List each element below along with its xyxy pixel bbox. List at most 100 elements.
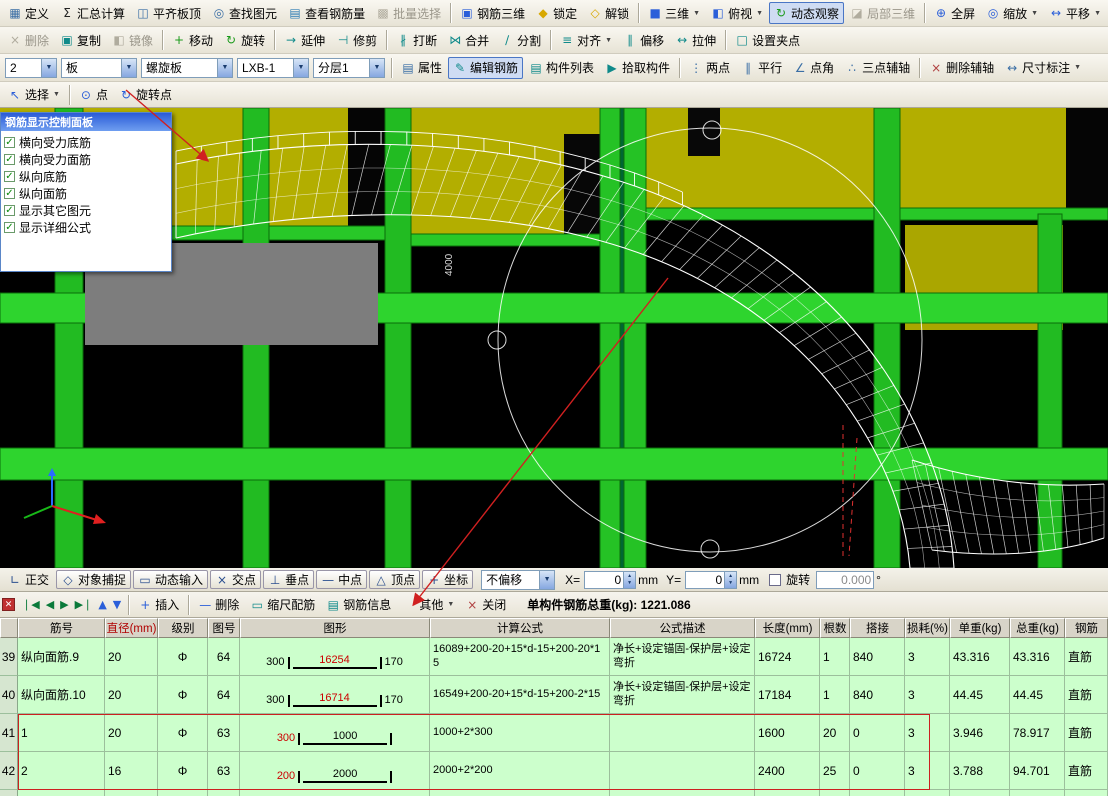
shape-end-tick xyxy=(298,770,301,783)
toolbar-align-slab-top-button[interactable]: ◫ 平齐板顶 xyxy=(131,2,206,24)
tool-pick-component-button[interactable]: ▶ 拾取构件 xyxy=(600,57,675,79)
tool-edit-rebar-button[interactable]: ✎ 编辑钢筋 xyxy=(448,56,524,79)
grid-other-button[interactable]: 其他 ▼ xyxy=(397,594,459,616)
edit-break-button[interactable]: ∦ 打断 xyxy=(391,29,442,51)
offset-mode-select[interactable]: 不偏移 ▼ xyxy=(481,569,556,590)
y-coordinate-value: 0 xyxy=(715,572,723,587)
last-record-button[interactable]: ▶❘ xyxy=(73,598,95,611)
mode-point-button[interactable]: ⊙ 点 xyxy=(74,84,113,106)
rebar-display-option[interactable]: ✓ 纵向面筋 xyxy=(4,185,169,202)
next-record-button[interactable]: ▶ xyxy=(58,598,70,611)
shape-end-tick xyxy=(379,656,382,669)
move-down-button[interactable]: ▼ xyxy=(111,598,123,611)
checkbox-checked-icon[interactable]: ✓ xyxy=(4,205,15,216)
toolbar-find-element-button[interactable]: ◎ 查找图元 xyxy=(207,2,282,24)
grid-insert-button[interactable]: + 插入 xyxy=(133,594,184,616)
toolbar-zoom-button[interactable]: ◎ 缩放 ▼ xyxy=(981,2,1043,24)
toolbar-view-rebar-quantity-button[interactable]: ▤ 查看钢筋量 xyxy=(283,2,370,24)
grid-rebar-info-button[interactable]: ▤ 钢筋信息 xyxy=(321,594,396,616)
toolbar-full-screen-button[interactable]: ⊕ 全屏 xyxy=(929,2,980,24)
edit-split-button[interactable]: ∕ 分割 xyxy=(495,29,546,51)
edit-stretch-button[interactable]: ↔ 拉伸 xyxy=(670,29,721,51)
tool-component-list-button[interactable]: ▤ 构件列表 xyxy=(524,57,599,79)
layer-combo[interactable]: 分层1 ▼ xyxy=(313,57,385,78)
snap-ortho-button[interactable]: ∟ 正交 xyxy=(3,570,54,589)
table-row[interactable]: 41 1 20 Φ 63 300 1000 1000+2*300 1600 20 0 3 3.946 78… xyxy=(0,714,1108,752)
rebar-display-panel[interactable]: 钢筋显示控制面板 ✓ 横向受力底筋 ✓ 横向受力面筋 ✓ 纵向底筋 ✓ 纵向面筋 ✓ 显示其它图元… xyxy=(0,112,172,272)
edit-delete-button[interactable]: × 删除 xyxy=(3,29,54,51)
rebar-display-option[interactable]: ✓ 纵向底筋 xyxy=(4,168,169,185)
toolbar-rebar-3d-button[interactable]: ▣ 钢筋三维 xyxy=(455,2,530,24)
rotate-angle-input[interactable]: 0.000 xyxy=(816,570,875,589)
snap-vertex-button[interactable]: △ 顶点 xyxy=(369,570,421,589)
toolbar-top-view-button[interactable]: ◧ 俯视 ▼ xyxy=(706,2,768,24)
rebar-display-option[interactable]: ✓ 横向受力面筋 xyxy=(4,151,169,168)
rebar-display-option[interactable]: ✓ 显示其它图元 xyxy=(4,202,169,219)
edit-copy-button[interactable]: ▣ 复制 xyxy=(55,29,106,51)
snap-intersection-button[interactable]: × 交点 xyxy=(210,570,262,589)
mode-rotate-point-button[interactable]: ↻ 旋转点 xyxy=(114,84,177,106)
edit-rotate-button[interactable]: ↻ 旋转 xyxy=(219,29,270,51)
toolbar-partial-3d-button[interactable]: ◪ 局部三维 xyxy=(845,2,920,24)
toolbar-orbit-button[interactable]: ↻ 动态观察 xyxy=(769,2,845,24)
tool-delete-aux-axis-button[interactable]: × 删除辅轴 xyxy=(924,57,999,79)
spinner-icon[interactable]: ▲ ▼ xyxy=(623,571,636,588)
prev-record-button[interactable]: ◀ xyxy=(44,598,56,611)
x-coordinate-input[interactable]: 0 ▲ ▼ xyxy=(584,570,637,589)
edit-set-grips-button[interactable]: □ 设置夹点 xyxy=(730,29,805,51)
toolbar-pan-button[interactable]: ↔ 平移 ▼ xyxy=(1044,2,1106,24)
rebar-display-option[interactable]: ✓ 显示详细公式 xyxy=(4,219,169,236)
edit-trim-button[interactable]: ⊣ 修剪 xyxy=(331,29,382,51)
table-row[interactable]: 42 2 16 Φ 63 200 2000 2000+2*200 2400 25 0 3 3.788 94… xyxy=(0,752,1108,790)
mode-select-button[interactable]: ↖ 选择 ▼ xyxy=(3,84,65,106)
first-record-button[interactable]: ❘◀ xyxy=(20,598,42,611)
checkbox-checked-icon[interactable]: ✓ xyxy=(4,171,15,182)
edit-align-button[interactable]: ≡ 对齐 ▼ xyxy=(555,29,617,51)
snap-object-snap-button[interactable]: ◇ 对象捕捉 xyxy=(56,570,132,589)
rotate-checkbox[interactable] xyxy=(769,573,782,586)
tool-three-point-aux-axis-button[interactable]: ∴ 三点辅轴 xyxy=(840,57,915,79)
table-row[interactable]: 39 纵向面筋.9 20 Φ 64 300 16254 170 16089+200-20+15*… xyxy=(0,638,1108,676)
edit-mirror-button[interactable]: ◧ 镜像 xyxy=(107,29,158,51)
grid-scale-rebar-button[interactable]: ▭ 缩尺配筋 xyxy=(245,594,320,616)
floor-combo[interactable]: 2 ▼ xyxy=(5,57,57,78)
move-up-button[interactable]: ▲ xyxy=(96,598,108,611)
table-row[interactable]: 40 纵向面筋.10 20 Φ 64 300 16714 170 16549+200-20+15… xyxy=(0,676,1108,714)
grid-delete-row-button[interactable]: — 删除 xyxy=(193,594,244,616)
table-row[interactable]: 43 xyxy=(0,790,1108,796)
checkbox-checked-icon[interactable]: ✓ xyxy=(4,137,15,148)
edit-offset-button[interactable]: ∥ 偏移 xyxy=(618,29,669,51)
toolbar-lock-button[interactable]: ◆ 锁定 xyxy=(531,2,582,24)
edit-extend-button[interactable]: → 延伸 xyxy=(279,29,330,51)
snap-midpoint-button[interactable]: — 中点 xyxy=(316,570,368,589)
snap-coordinate-button[interactable]: + 坐标 xyxy=(422,570,474,589)
3d-viewport[interactable]: 4000 钢筋显示控制面板 ✓ 横向受力底筋 ✓ 横向受力面筋 ✓ 纵向底筋 ✓ 纵向面筋 ✓ 显… xyxy=(0,108,1108,568)
element-type-combo[interactable]: 板 ▼ xyxy=(61,57,137,78)
edit-move-button[interactable]: + 移动 xyxy=(167,29,218,51)
tool-two-point-button[interactable]: ⋮ 两点 xyxy=(684,57,735,79)
snap-dynamic-input-button[interactable]: ▭ 动态输入 xyxy=(133,570,209,589)
checkbox-checked-icon[interactable]: ✓ xyxy=(4,154,15,165)
element-name-combo[interactable]: LXB-1 ▼ xyxy=(237,57,309,78)
checkbox-checked-icon[interactable]: ✓ xyxy=(4,222,15,233)
tool-properties-button[interactable]: ▤ 属性 xyxy=(396,57,447,79)
edit-merge-button[interactable]: ⋈ 合并 xyxy=(443,29,494,51)
grid-close-button[interactable]: × 关闭 xyxy=(460,594,511,616)
tool-parallel-button[interactable]: ∥ 平行 xyxy=(736,57,787,79)
toolbar-summary-calc-button[interactable]: Σ 汇总计算 xyxy=(55,2,130,24)
tool-dimension-button[interactable]: ↔ 尺寸标注 ▼ xyxy=(1000,57,1086,79)
rebar-display-option[interactable]: ✓ 横向受力底筋 xyxy=(4,134,169,151)
snap-perpendicular-button[interactable]: ⊥ 垂点 xyxy=(263,570,315,589)
cell-diameter xyxy=(105,790,158,796)
element-subtype-combo[interactable]: 螺旋板 ▼ xyxy=(141,57,233,78)
grid-handle-icon[interactable]: ✕ xyxy=(2,598,15,611)
checkbox-checked-icon[interactable]: ✓ xyxy=(4,188,15,199)
toolbar-unlock-button[interactable]: ◇ 解锁 xyxy=(583,2,634,24)
tool-point-angle-button[interactable]: ∠ 点角 xyxy=(788,57,839,79)
y-coordinate-input[interactable]: 0 ▲ ▼ xyxy=(685,570,738,589)
toolbar-view-3d-button[interactable]: ■ 三维 ▼ xyxy=(643,2,705,24)
toolbar-batch-select-button[interactable]: ▩ 批量选择 xyxy=(371,2,446,24)
toolbar-define-button[interactable]: ▦ 定义 xyxy=(3,2,54,24)
pick-component-icon: ▶ xyxy=(607,60,617,75)
spinner-icon[interactable]: ▲ ▼ xyxy=(724,571,737,588)
